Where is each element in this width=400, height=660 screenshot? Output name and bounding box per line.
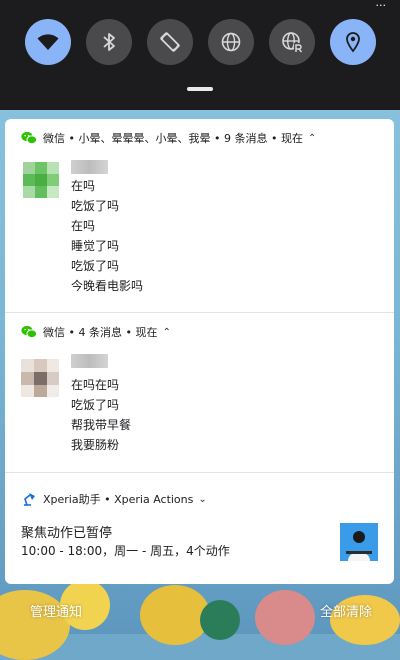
message-line: 我要肠粉 bbox=[71, 438, 120, 452]
message-line: 吃饭了吗 bbox=[71, 398, 120, 412]
message-line: 在吗在吗 bbox=[71, 378, 120, 392]
clear-all-button[interactable]: 全部清除 bbox=[320, 601, 372, 620]
notification-header[interactable]: 微信 • 4 条消息 • 现在 ⌃ bbox=[21, 324, 171, 340]
notification-header-text: 微信 • 小晕、晕晕晕、小晕、我晕 • 9 条消息 • 现在 bbox=[43, 132, 303, 145]
wifi-tile[interactable] bbox=[25, 19, 71, 65]
shade-drag-handle[interactable] bbox=[187, 87, 213, 91]
globe-icon bbox=[221, 32, 241, 52]
notification-title: 聚焦动作已暂停 bbox=[21, 526, 113, 541]
location-tile[interactable] bbox=[330, 19, 376, 65]
chevron-down-icon[interactable]: ⌄ bbox=[198, 494, 206, 505]
roaming-tile[interactable] bbox=[269, 19, 315, 65]
message-line: 在吗 bbox=[71, 179, 96, 193]
xperia-actions-notification[interactable]: Xperia助手 • Xperia Actions ⌄ 聚焦动作已暂停 10:0… bbox=[5, 473, 394, 584]
notification-footer: 管理通知 全部清除 bbox=[0, 594, 400, 634]
chevron-up-icon[interactable]: ⌃ bbox=[162, 327, 170, 338]
auto-rotate-icon bbox=[160, 32, 180, 52]
notification-subtitle: 10:00 - 18:00，周一 - 周五，4个动作 bbox=[21, 544, 230, 558]
manage-notifications-button[interactable]: 管理通知 bbox=[30, 601, 82, 620]
message-line: 吃饭了吗 bbox=[71, 259, 120, 273]
message-line: 吃饭了吗 bbox=[71, 199, 120, 213]
bluetooth-icon bbox=[103, 33, 115, 51]
wechat-icon bbox=[21, 325, 37, 339]
focus-actions-thumbnail bbox=[340, 523, 378, 561]
auto-rotate-tile[interactable] bbox=[147, 19, 193, 65]
globe-roaming-icon bbox=[282, 32, 303, 53]
blurred-sender-name bbox=[71, 160, 108, 174]
wechat-notification-group-1[interactable]: 微信 • 小晕、晕晕晕、小晕、我晕 • 9 条消息 • 现在 ⌃ 在吗 吃饭了吗… bbox=[5, 119, 394, 312]
wechat-notification-group-2[interactable]: 微信 • 4 条消息 • 现在 ⌃ 在吗在吗 吃饭了吗 帮我带早餐 我要肠粉 bbox=[5, 313, 394, 472]
notification-header-text: 微信 • 4 条消息 • 现在 bbox=[43, 326, 158, 339]
avatar bbox=[21, 359, 59, 397]
globe-tile[interactable] bbox=[208, 19, 254, 65]
xperia-lamp-icon bbox=[24, 493, 35, 506]
avatar bbox=[23, 162, 59, 198]
status-bar-fragment: ... bbox=[375, 0, 387, 9]
quick-settings-panel: ... bbox=[0, 0, 400, 110]
notification-header-text: Xperia助手 • Xperia Actions bbox=[43, 493, 194, 506]
message-line: 今晚看电影吗 bbox=[71, 279, 144, 293]
wifi-icon bbox=[37, 34, 59, 50]
blurred-sender-name bbox=[71, 354, 108, 368]
notification-header[interactable]: 微信 • 小晕、晕晕晕、小晕、我晕 • 9 条消息 • 现在 ⌃ bbox=[21, 130, 316, 146]
message-line: 在吗 bbox=[71, 219, 96, 233]
bluetooth-tile[interactable] bbox=[86, 19, 132, 65]
message-line: 帮我带早餐 bbox=[71, 418, 132, 432]
chevron-up-icon[interactable]: ⌃ bbox=[308, 133, 316, 144]
wechat-icon bbox=[21, 131, 37, 145]
notification-header[interactable]: Xperia助手 • Xperia Actions ⌄ bbox=[21, 491, 207, 507]
location-icon bbox=[346, 32, 360, 53]
message-line: 睡觉了吗 bbox=[71, 239, 120, 253]
